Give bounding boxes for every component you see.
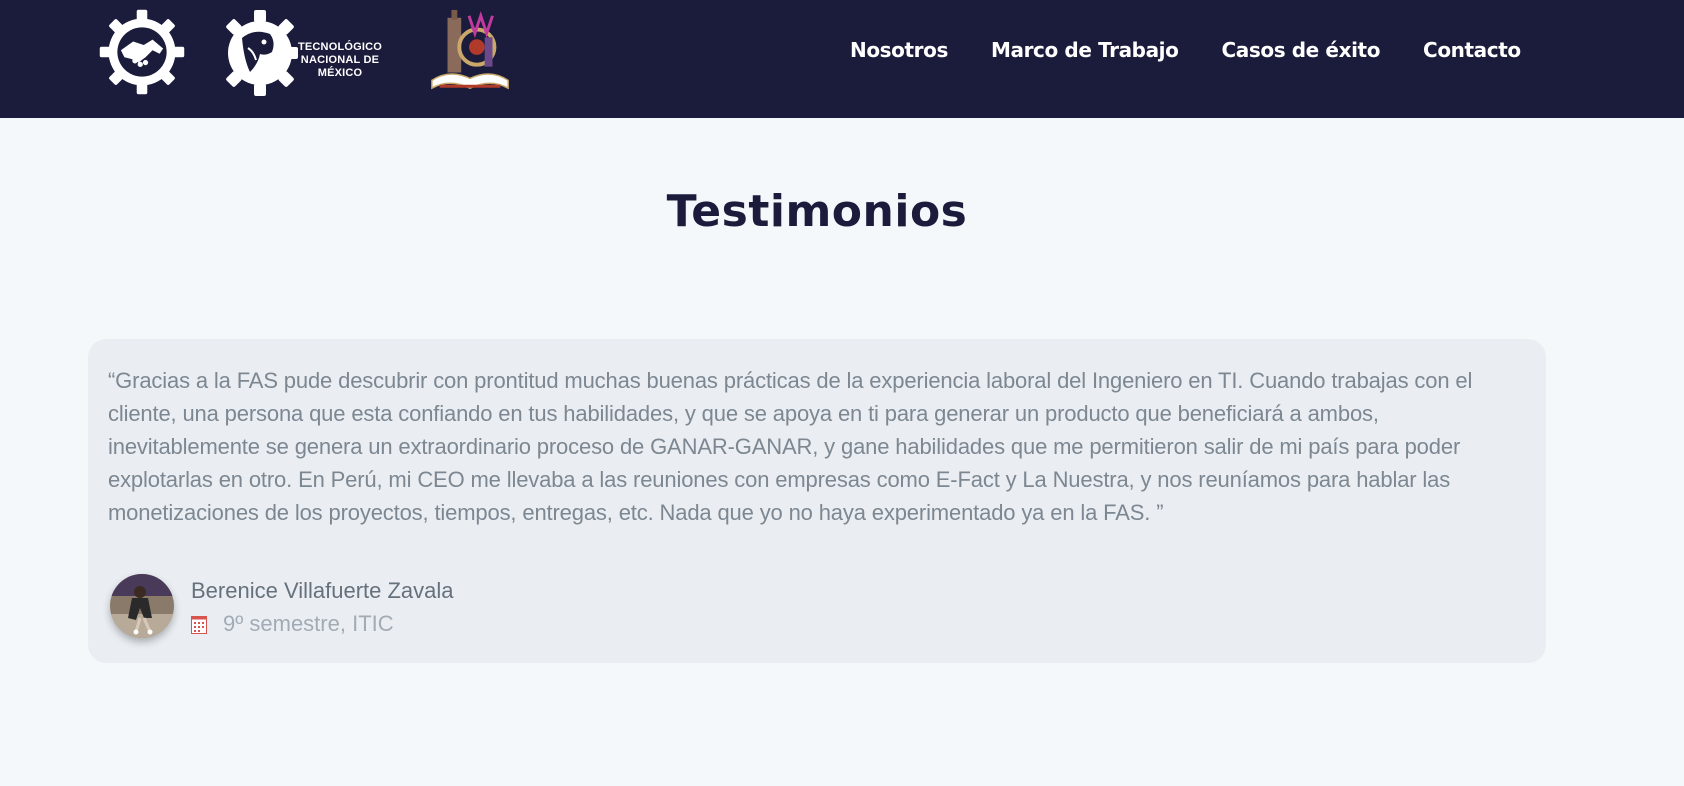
handshake-gear-logo-icon[interactable] [98,8,186,96]
author-name: Berenice Villafuerte Zavala [191,578,454,603]
author-role-text: 9º semestre, ITIC [223,611,394,636]
testimonial-quote: “Gracias a la FAS pude descubrir con pro… [108,368,1473,525]
tecnm-logo-text: TECNOLÓGICO NACIONAL DE MÉXICO [282,41,398,80]
nav-link-nosotros[interactable]: Nosotros [850,38,948,62]
tecnm-logo-line2: NACIONAL DE MÉXICO [300,54,380,79]
testimonial-card: “Gracias a la FAS pude descubrir con pro… [88,339,1546,663]
author-role: 9º semestre, ITIC [191,611,394,637]
avatar [110,574,174,638]
tecnm-logo-line1: TECNOLÓGICO [297,41,383,53]
avatar-photo [110,574,174,638]
institution-crest-logo-icon[interactable] [426,8,514,96]
nav-link-contacto[interactable]: Contacto [1423,38,1521,62]
main-nav: Nosotros Marco de Trabajo Casos de éxito… [850,38,1564,62]
navbar: TECNOLÓGICO NACIONAL DE MÉXICO Nosotros … [0,0,1684,118]
page-title: Testimonios [666,186,968,237]
calendar-icon [191,615,207,634]
nav-link-marco-de-trabajo[interactable]: Marco de Trabajo [991,38,1179,62]
nav-link-casos-de-exito[interactable]: Casos de éxito [1221,38,1380,62]
